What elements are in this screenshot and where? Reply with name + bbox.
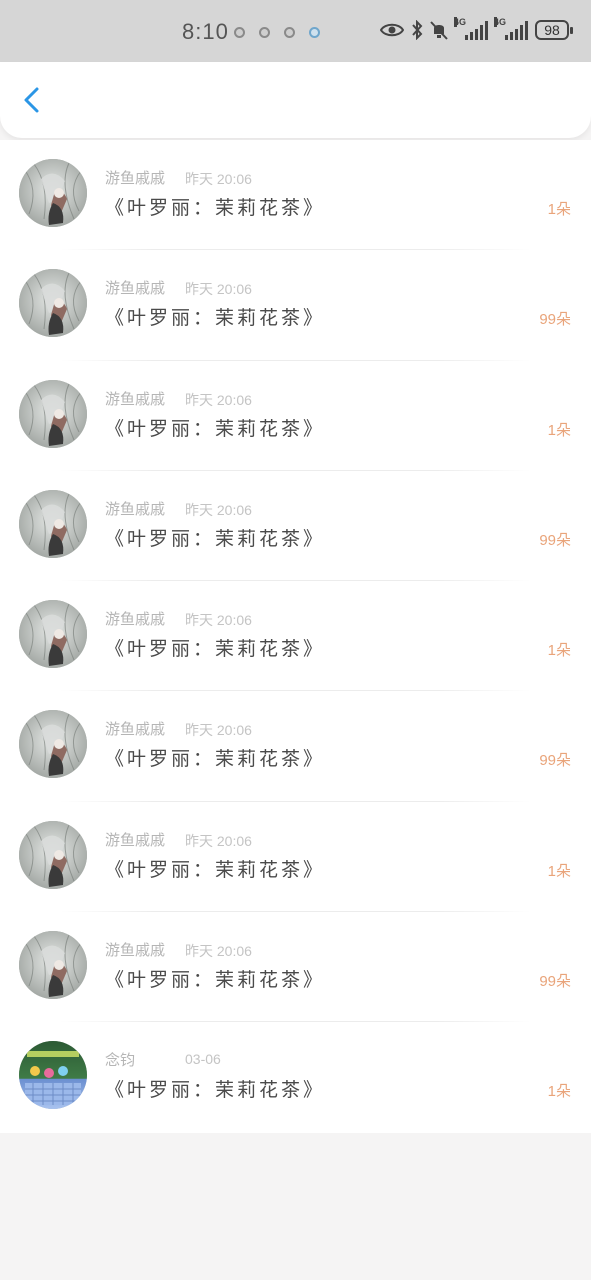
sender-name: 念钧 (105, 1051, 136, 1070)
message-time: 昨天 20:06 (185, 281, 252, 298)
flower-count: 1朵 (547, 1083, 571, 1101)
status-time: 8:10 (182, 19, 229, 44)
avatar[interactable] (19, 710, 87, 779)
message-title: 《叶罗丽：茉莉花茶》 (105, 969, 326, 992)
message-title: 《叶罗丽：茉莉花茶》 (105, 748, 326, 771)
message-time: 昨天 20:06 (185, 391, 252, 408)
flower-count: 1朵 (547, 421, 571, 439)
avatar[interactable] (19, 600, 87, 669)
avatar[interactable] (19, 379, 87, 448)
sender-name: 游鱼戚戚 (105, 499, 166, 518)
notification-icon (234, 27, 245, 38)
message-row[interactable]: 游鱼戚戚 昨天 20:06 《叶罗丽：茉莉花茶》 1朵 (0, 581, 591, 692)
message-time: 昨天 20:06 (185, 943, 252, 960)
sender-name: 游鱼戚戚 (105, 169, 166, 187)
sender-name: 游鱼戚戚 (105, 389, 166, 408)
sender-name: 游鱼戚戚 (105, 279, 166, 298)
message-title: 《叶罗丽：茉莉花茶》 (105, 858, 326, 881)
notification-icon (309, 27, 320, 38)
signal-icon: 4G (454, 17, 488, 40)
message-row[interactable]: 游鱼戚戚 昨天 20:06 《叶罗丽：茉莉花茶》 99朵 (0, 250, 591, 361)
message-row[interactable]: 游鱼戚戚 昨天 20:06 《叶罗丽：茉莉花茶》 99朵 (0, 912, 591, 1023)
bluetooth-icon (412, 20, 423, 40)
mute-bell-icon (430, 21, 448, 40)
message-title: 《叶罗丽：茉莉花茶》 (105, 1079, 326, 1102)
flower-count: 99朵 (539, 973, 571, 991)
avatar[interactable] (19, 931, 87, 1000)
message-time: 昨天 20:06 (185, 612, 252, 629)
flower-count: 1朵 (547, 642, 571, 660)
message-title: 《叶罗丽：茉莉花茶》 (105, 417, 326, 440)
message-time: 昨天 20:06 (185, 832, 252, 849)
notification-icon (284, 27, 295, 38)
message-time: 03-06 (185, 1051, 221, 1068)
sender-name: 游鱼戚戚 (105, 830, 166, 849)
status-icons: 4G 4G 98 (380, 17, 573, 40)
app-header (0, 62, 591, 138)
message-title: 《叶罗丽：茉莉花茶》 (105, 307, 326, 330)
sender-name: 游鱼戚戚 (105, 720, 166, 739)
flower-count: 99朵 (539, 531, 571, 549)
avatar[interactable] (19, 489, 87, 558)
message-time: 昨天 20:06 (185, 501, 252, 518)
message-row[interactable]: 游鱼戚戚 昨天 20:06 《叶罗丽：茉莉花茶》 99朵 (0, 691, 591, 803)
message-time: 昨天 20:06 (185, 722, 252, 739)
avatar[interactable] (19, 820, 87, 889)
message-row[interactable]: 念钧 03-06 《叶罗丽：茉莉花茶》 1朵 (0, 1022, 591, 1133)
eye-icon (380, 23, 404, 37)
message-list: 游鱼戚戚 昨天 20:06 《叶罗丽：茉莉花茶》 1朵 游鱼戚戚 昨天 20:06 《叶罗丽… (0, 140, 591, 1133)
battery-icon: 98 (535, 20, 573, 40)
message-row[interactable]: 游鱼戚戚 昨天 20:06 《叶罗丽：茉莉花茶》 1朵 (0, 801, 591, 913)
notification-icon (259, 27, 270, 38)
avatar[interactable] (19, 269, 87, 338)
flower-count: 99朵 (539, 752, 571, 770)
message-title: 《叶罗丽：茉莉花茶》 (105, 527, 326, 550)
flower-count: 1朵 (547, 201, 571, 218)
message-time: 昨天 20:06 (185, 171, 252, 187)
chevron-left-icon (24, 87, 39, 113)
flower-count: 1朵 (547, 862, 571, 880)
sender-name: 游鱼戚戚 (105, 610, 166, 629)
flower-count: 99朵 (539, 311, 571, 329)
status-bar: 8:10 4G 4G 98 (0, 0, 591, 62)
message-title: 《叶罗丽：茉莉花茶》 (105, 638, 326, 661)
message-row[interactable]: 游鱼戚戚 昨天 20:06 《叶罗丽：茉莉花茶》 99朵 (0, 470, 591, 582)
back-button[interactable] (14, 82, 50, 118)
message-row[interactable]: 游鱼戚戚 昨天 20:06 《叶罗丽：茉莉花茶》 1朵 (0, 360, 591, 472)
signal-icon: 4G (494, 17, 528, 40)
notification-icons (234, 27, 320, 38)
sender-name: 游鱼戚戚 (105, 941, 166, 960)
message-title: 《叶罗丽：茉莉花茶》 (105, 197, 326, 219)
avatar[interactable] (19, 159, 87, 227)
avatar[interactable] (19, 1041, 87, 1110)
message-row[interactable]: 游鱼戚戚 昨天 20:06 《叶罗丽：茉莉花茶》 1朵 (0, 140, 591, 251)
